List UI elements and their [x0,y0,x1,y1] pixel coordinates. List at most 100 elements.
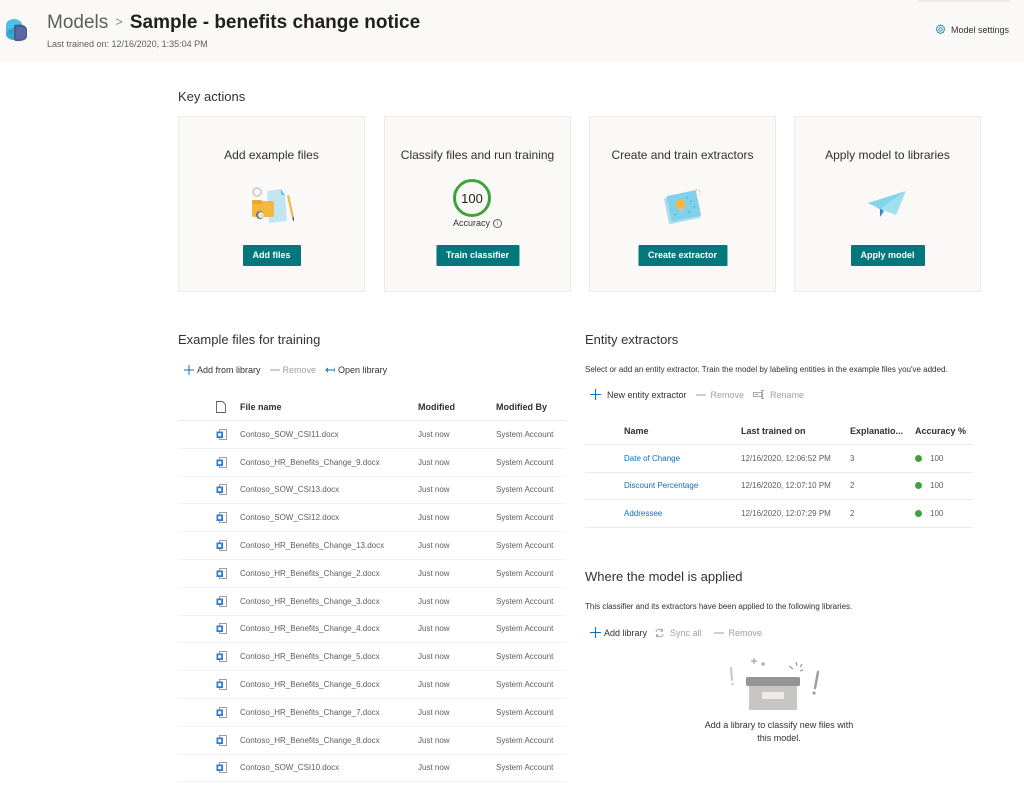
remove-extractor-button[interactable]: Remove [695,390,744,400]
word-doc-icon [216,679,227,690]
add-library-label: Add library [604,627,648,638]
table-header: Name Last trained on Explanatio... Accur… [585,418,973,445]
file-name[interactable]: Contoso_HR_Benefits_Change_9.docx [240,458,418,467]
word-doc-icon [216,734,227,746]
file-name[interactable]: Contoso_HR_Benefits_Change_5.docx [240,652,418,661]
word-doc-icon [216,567,227,579]
remove-file-label: Remove [282,365,317,375]
files-illustration [251,187,294,223]
table-row[interactable]: Contoso_SOW_CSI13.docx Just now System Acc… [178,477,566,505]
file-modified: Just now [418,457,450,467]
column-header-last-trained[interactable]: Last trained on [741,426,850,436]
example-files-heading: Example files for training [178,332,321,347]
add-from-library-button[interactable]: Add from library [184,365,261,375]
file-name[interactable]: Contoso_SOW_CSI10.docx [240,763,418,772]
file-modified-by: System Account [496,429,554,439]
card-classify-and-train: Classify files and run training 100 Accu… [384,116,571,292]
word-doc-icon [216,651,227,663]
extractor-name-link[interactable]: Date of Change [624,454,680,463]
word-doc-icon [216,762,227,774]
new-entity-extractor-label: New entity extractor [607,389,687,400]
file-name[interactable]: Contoso_HR_Benefits_Change_4.docx [240,624,418,633]
table-row[interactable]: Contoso_HR_Benefits_Change_13.docx Just n… [178,532,566,560]
column-header-explanations[interactable]: Explanatio... [850,426,915,436]
extractor-explanations: 2 [850,481,855,491]
table-row[interactable]: Contoso_HR_Benefits_Change_3.docx Just no… [178,588,566,616]
plus-icon [184,365,194,375]
file-name[interactable]: Contoso_HR_Benefits_Change_6.docx [240,680,418,689]
create-extractor-button[interactable]: Create extractor [637,245,728,266]
file-modified: Just now [418,707,450,717]
model-settings-button[interactable]: Model settings [935,24,1009,35]
empty-state-message: Add a library to classify new files with… [704,720,854,743]
open-library-button[interactable]: Open library [325,365,387,375]
column-header-modified-by[interactable]: Modified By [496,402,566,412]
table-row[interactable]: Contoso_HR_Benefits_Change_9.docx Just no… [178,449,566,477]
table-row[interactable]: Addressee 12/16/2020, 12:07:29 PM 2 100 [585,500,973,528]
file-name[interactable]: Contoso_SOW_CSI12.docx [240,513,418,522]
file-name[interactable]: Contoso_HR_Benefits_Change_8.docx [240,736,418,745]
add-files-button[interactable]: Add files [242,245,301,266]
file-modified-by: System Account [496,541,554,551]
rename-extractor-button[interactable]: Rename [753,390,804,400]
table-row[interactable]: Contoso_HR_Benefits_Change_5.docx Just no… [178,643,566,672]
example-files-table: File name Modified Modified By Contoso_S… [178,394,566,783]
file-name[interactable]: Contoso_HR_Benefits_Change_2.docx [240,569,418,578]
syntex-model-icon [6,19,27,42]
file-name[interactable]: Contoso_HR_Benefits_Change_7.docx [240,708,418,717]
table-row[interactable]: Discount Percentage 12/16/2020, 12:07:10 … [585,473,973,501]
sync-all-button[interactable]: Sync all [654,628,702,638]
extractor-last-trained: 12/16/2020, 12:06:52 PM [741,453,831,463]
info-icon[interactable]: i [493,219,502,228]
table-row[interactable]: Contoso_SOW_CSI10.docx Just now System Acc… [178,755,566,783]
table-row[interactable]: Contoso_SOW_CSI12.docx Just now System Acc… [178,504,566,533]
paper-plane-illustration [867,191,906,217]
train-classifier-button[interactable]: Train classifier [435,245,520,266]
file-name[interactable]: Contoso_SOW_CSI11.docx [240,430,418,439]
new-entity-extractor-button[interactable]: New entity extractor [590,389,687,400]
breadcrumb-models-link[interactable]: Models [47,12,108,34]
file-name[interactable]: Contoso_HR_Benefits_Change_3.docx [240,597,418,606]
add-library-button[interactable]: Add library [590,627,647,638]
file-modified-by: System Account [496,596,554,606]
file-name[interactable]: Contoso_SOW_CSI13.docx [240,485,418,494]
plus-icon [590,389,601,400]
file-modified: Just now [418,624,450,634]
lightbulb-notebook-illustration [663,188,701,225]
entity-extractors-commandbar: New entity extractor Remove Rename [590,389,813,400]
table-row[interactable]: Contoso_HR_Benefits_Change_8.docx Just no… [178,727,566,755]
file-modified: Just now [418,652,450,662]
file-modified: Just now [418,735,450,745]
table-row[interactable]: Contoso_SOW_CSI11.docx Just now System Acc… [178,421,566,449]
page-title: Sample - benefits change notice [129,12,421,33]
file-modified: Just now [418,429,450,439]
extractor-accuracy: 100 [930,481,944,491]
column-header-file-name[interactable]: File name [240,402,418,412]
word-doc-icon [216,706,227,718]
remove-library-button[interactable]: Remove [713,628,762,638]
column-header-accuracy[interactable]: Accuracy % [915,426,973,436]
table-row[interactable]: Contoso_HR_Benefits_Change_7.docx Just no… [178,699,566,727]
card-title: Create and train extractors [611,148,754,162]
table-row[interactable]: Contoso_HR_Benefits_Change_4.docx Just no… [178,616,566,644]
extractor-name-link[interactable]: Addressee [624,509,662,518]
accuracy-label: Accuracy [452,218,490,228]
apply-model-button[interactable]: Apply model [850,245,925,266]
remove-file-button[interactable]: Remove [269,365,317,375]
minus-icon [713,628,724,638]
key-actions-heading: Key actions [178,89,246,104]
example-files-commandbar: Add from library Remove Open library [184,365,396,375]
table-row[interactable]: Contoso_HR_Benefits_Change_6.docx Just no… [178,671,566,699]
file-modified-by: System Account [496,680,554,690]
column-header-name[interactable]: Name [585,426,741,436]
file-modified-by: System Account [496,485,554,495]
where-applied-commandbar: Add library Sync all Remove [590,627,771,638]
word-doc-icon [216,623,227,635]
file-name[interactable]: Contoso_HR_Benefits_Change_13.docx [240,541,418,550]
column-header-modified[interactable]: Modified [418,402,496,412]
table-row[interactable]: Contoso_HR_Benefits_Change_2.docx Just no… [178,560,566,588]
card-create-extractors: Create and train extractors Create extra… [589,116,776,292]
table-row[interactable]: Date of Change 12/16/2020, 12:06:52 PM 3 10… [585,445,973,473]
extractor-name-link[interactable]: Discount Percentage [624,481,698,490]
add-from-library-label: Add from library [197,365,261,375]
